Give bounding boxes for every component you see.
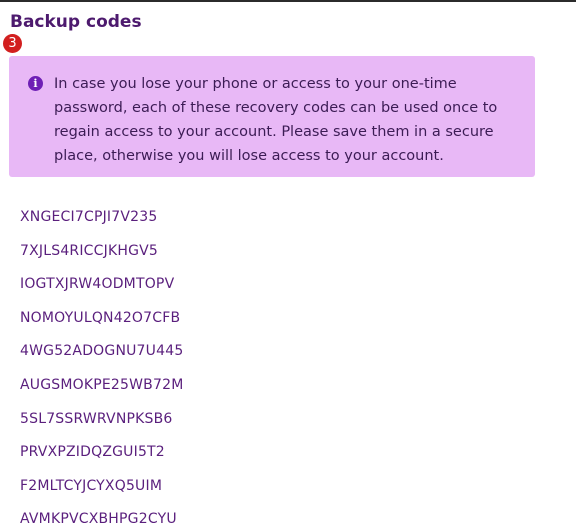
- step-number-badge: 3: [3, 34, 22, 53]
- recovery-code: AUGSMOKPE25WB72M: [20, 376, 184, 393]
- info-message: In case you lose your phone or access to…: [54, 76, 498, 164]
- top-divider: [0, 0, 576, 2]
- recovery-code: XNGECI7CPJI7V235: [20, 209, 158, 225]
- recovery-codes-list: XNGECI7CPJI7V235 7XJLS4RICCJKHGV5 IOGTXJ…: [20, 205, 183, 532]
- recovery-code: F2MLTCYJCYXQ5UIM: [20, 477, 163, 494]
- recovery-code: IOGTXJRW4ODMTOPV: [20, 276, 175, 293]
- info-icon: i: [28, 76, 43, 91]
- recovery-code: NOMOYULQN42O7CFB: [20, 309, 181, 326]
- recovery-code: 7XJLS4RICCJKHGV5: [20, 242, 158, 259]
- recovery-code: PRVXPZIDQZGUI5T2: [20, 444, 165, 461]
- recovery-code: 5SL7SSRWRVNPKSB6: [20, 410, 173, 427]
- backup-codes-panel: Backup codes 3 i In case you lose your p…: [0, 0, 576, 532]
- info-alert: i In case you lose your phone or access …: [9, 56, 535, 177]
- page-title: Backup codes: [10, 12, 142, 32]
- recovery-code: AVMKPVCXBHPG2CYU: [20, 511, 177, 528]
- recovery-code: 4WG52ADOGNU7U445: [20, 343, 184, 360]
